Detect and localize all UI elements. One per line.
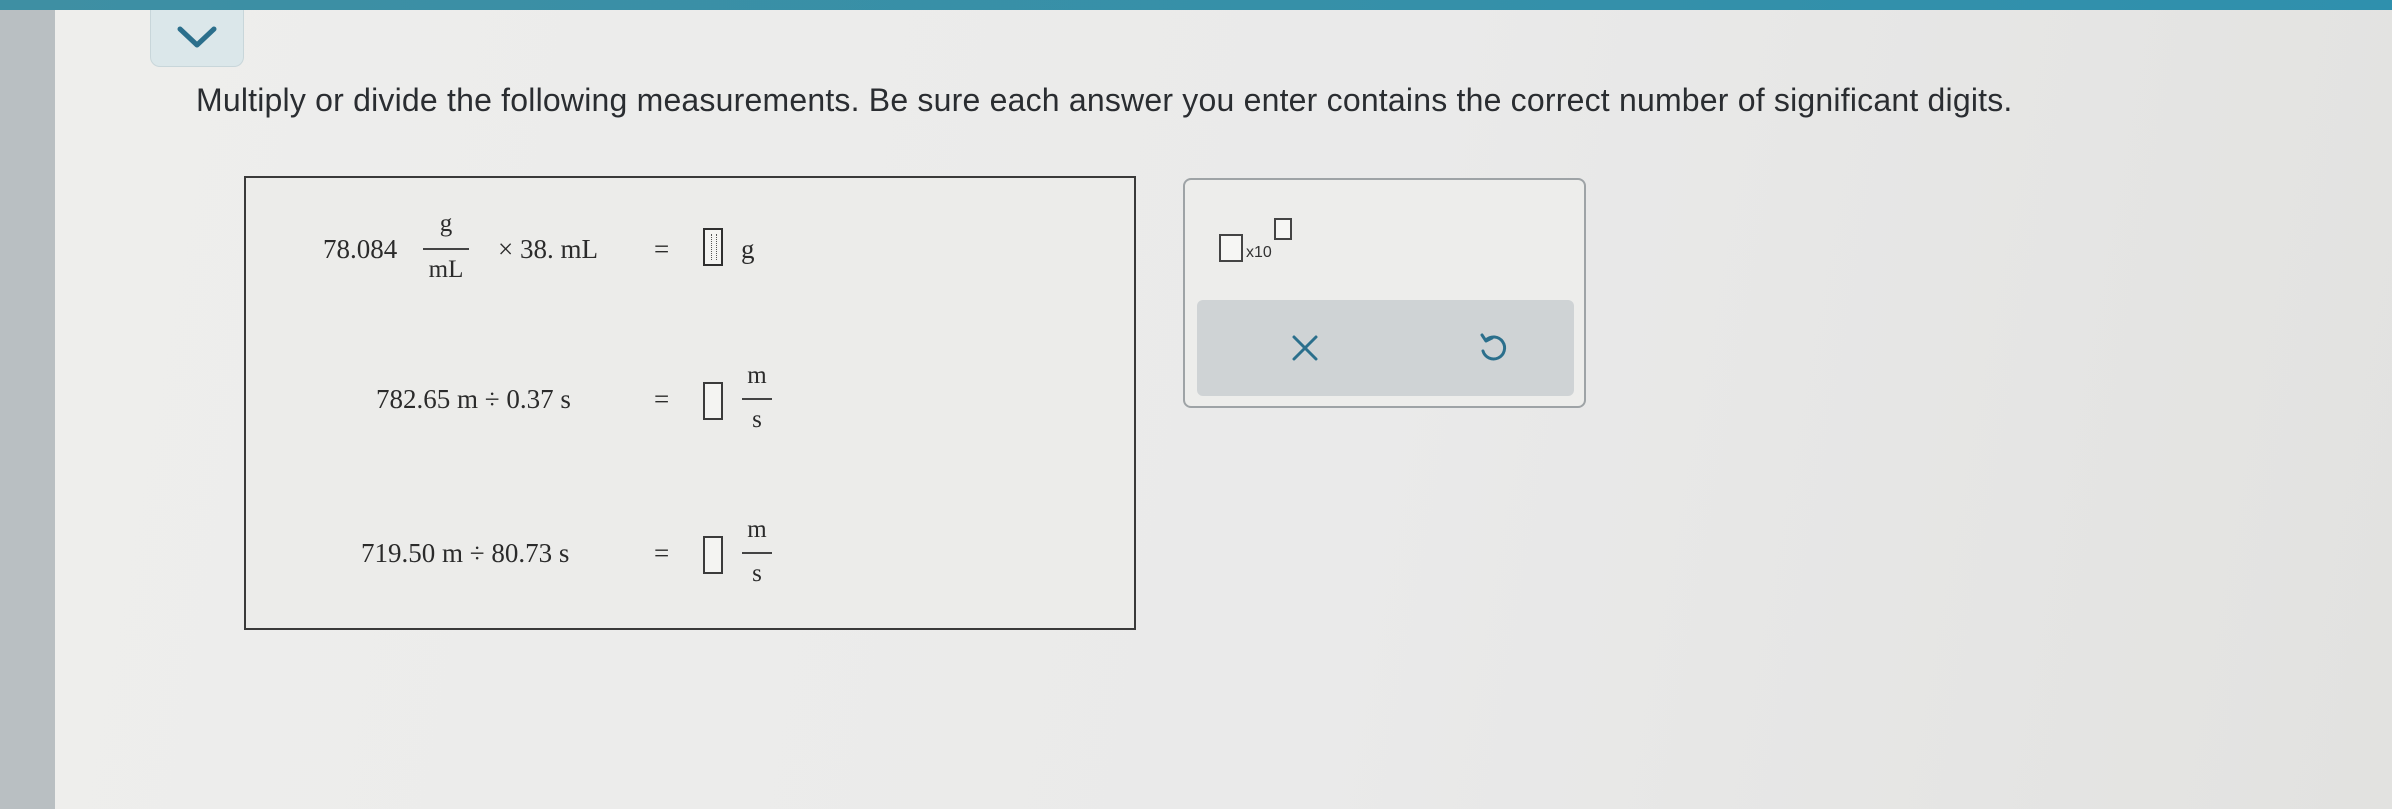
math-tools-panel: x10 [1183,178,1586,408]
top-accent-bar [0,0,2392,10]
problem-1-answer-unit: g [741,234,755,264]
action-bar [1197,300,1574,396]
undo-button[interactable] [1465,320,1521,376]
problem-1-unit-denominator: mL [428,256,464,283]
sci-exponent-box [1274,218,1292,240]
problem-3-expression: 719.50 m ÷ 80.73 s [361,538,570,568]
problem-3-answer-input[interactable] [703,536,723,574]
problem-2-equals: = [654,384,670,414]
problem-1-operation: × 38. mL [498,234,598,264]
undo-icon [1480,333,1507,361]
problem-2-answer-input[interactable] [703,382,723,420]
problem-area: 78.084 g mL × 38. mL = g 782.65 m ÷ 0.37… [244,176,1136,630]
problem-1-answer-input[interactable] [703,228,723,266]
sci-base-box [1219,234,1243,262]
problem-2-unit-denominator: s [752,406,762,433]
sci-x10-label: x10 [1246,244,1272,261]
problem-3-answer-unit-fraction: m s [742,516,772,594]
text-cursor [711,234,717,260]
question-page: Multiply or divide the following measure… [55,10,2392,809]
problem-3-unit-numerator: m [747,516,767,543]
collapse-toggle-button[interactable] [150,10,244,67]
problem-3-equals: = [654,538,670,568]
problem-1-coefficient: 78.084 [323,234,398,264]
clear-button[interactable] [1277,320,1333,376]
instructions-text: Multiply or divide the following measure… [196,82,2013,118]
problem-2-expression: 782.65 m ÷ 0.37 s [376,384,571,414]
chevron-down-icon [177,26,217,48]
problem-1-unit-fraction: g mL [423,210,469,290]
problem-2-unit-numerator: m [747,362,767,389]
problem-2-answer-unit-fraction: m s [742,362,772,440]
problem-1-equals: = [654,234,670,264]
problem-1-unit-numerator: g [439,210,453,237]
problem-3-unit-denominator: s [752,560,762,587]
close-icon [1292,335,1318,361]
